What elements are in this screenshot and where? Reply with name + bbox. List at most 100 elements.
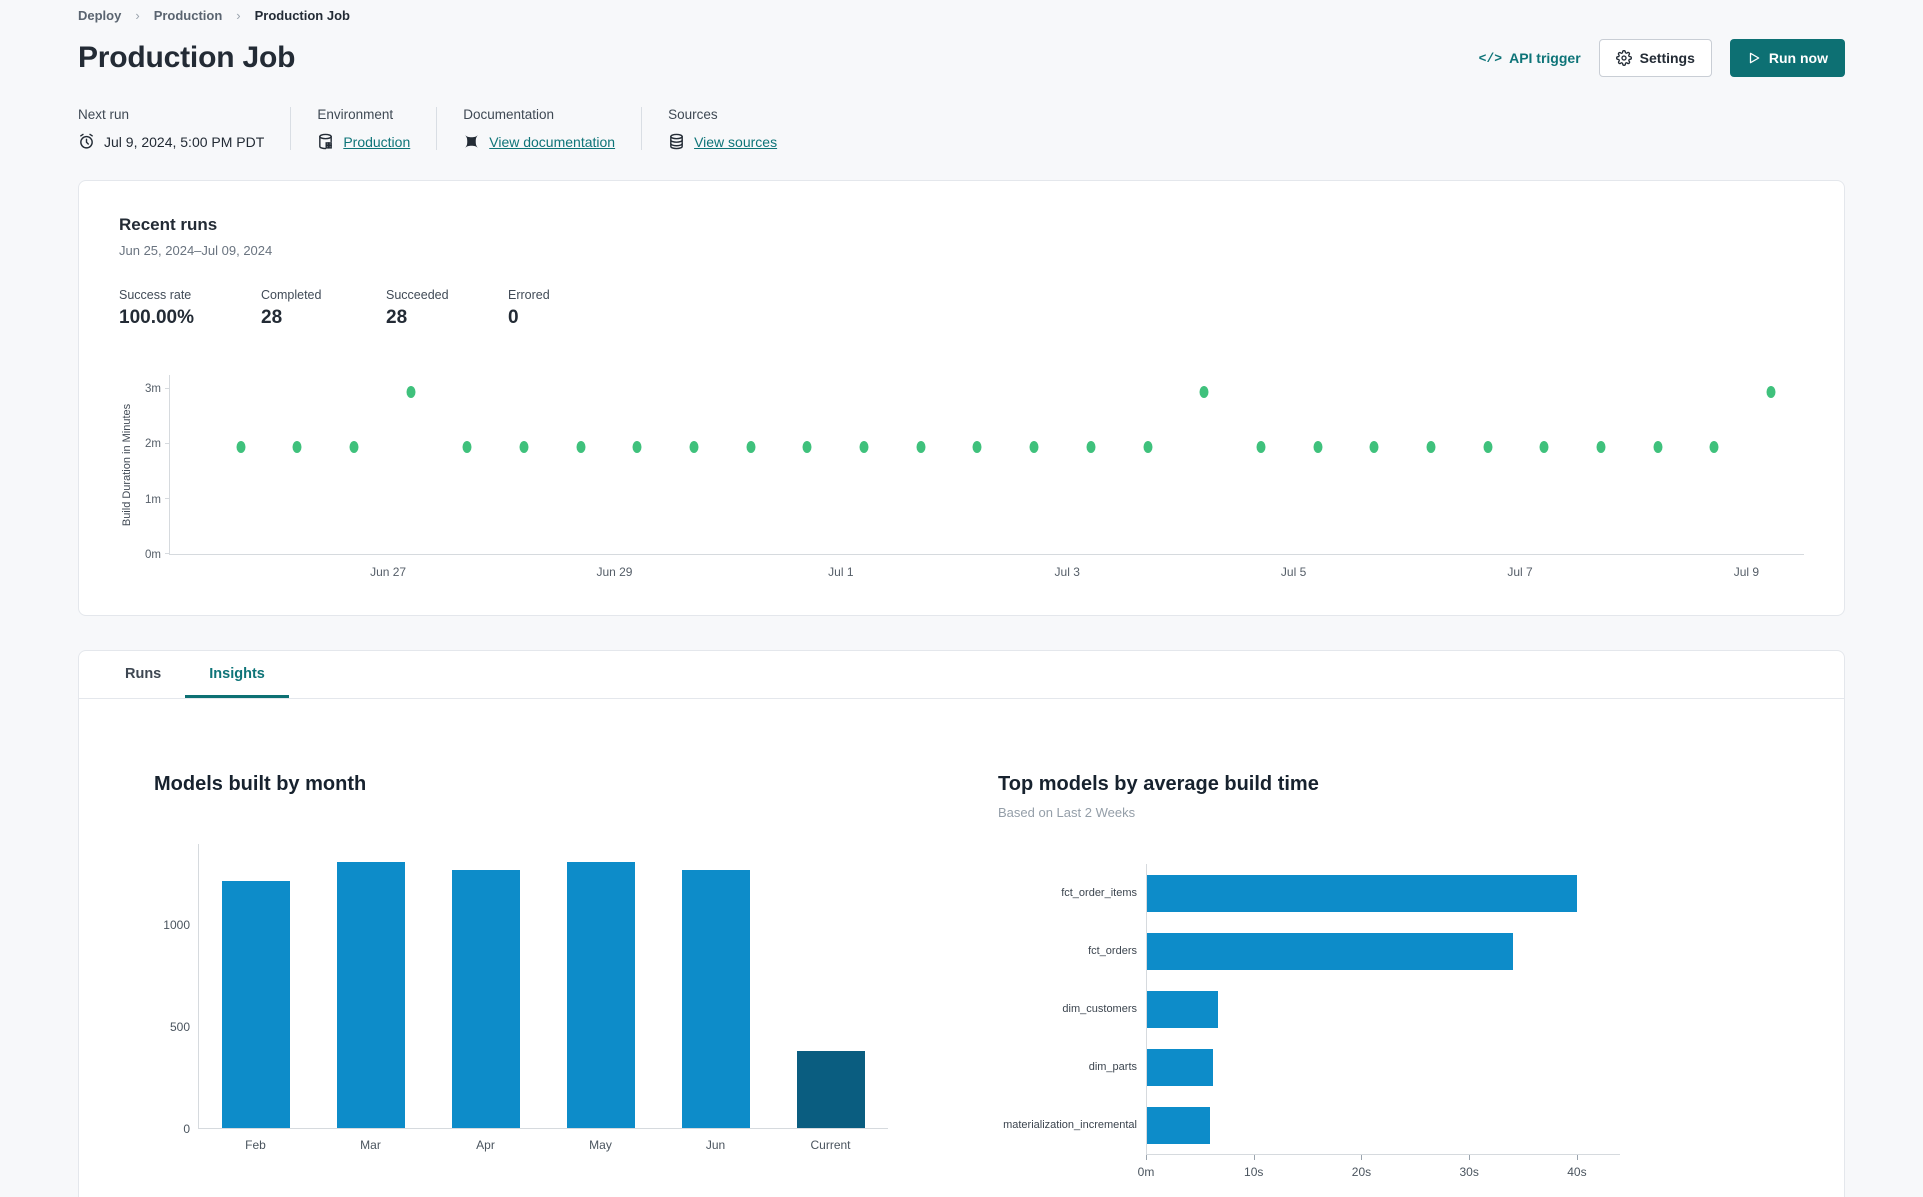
- dbt-docs-icon: [463, 133, 480, 150]
- models-bar-category-label: Apr: [476, 1138, 495, 1152]
- view-documentation-link[interactable]: View documentation: [489, 134, 615, 150]
- meta-sources: Sources View sources: [668, 107, 803, 150]
- run-duration-point[interactable]: [1539, 440, 1549, 453]
- top-models-x-tick-label: 0m: [1137, 1165, 1155, 1179]
- documentation-label: Documentation: [463, 107, 555, 122]
- breadcrumb-production[interactable]: Production: [154, 8, 223, 23]
- run-duration-point[interactable]: [236, 440, 246, 453]
- run-duration-point[interactable]: [292, 440, 302, 453]
- scatter-x-tick-label: Jun 29: [596, 565, 633, 579]
- run-duration-point[interactable]: [1256, 440, 1266, 453]
- top-models-x-ticks: 0m 10s 20s 30s 40s: [1138, 1155, 1620, 1185]
- models-bar-y-tick-label: 1000: [163, 918, 190, 933]
- models-bar: [681, 870, 750, 1128]
- breadcrumb-production-job: Production Job: [254, 8, 350, 23]
- breadcrumb-deploy[interactable]: Deploy: [78, 8, 121, 23]
- run-duration-point[interactable]: [462, 440, 472, 453]
- api-trigger-link[interactable]: </> API trigger: [1479, 50, 1581, 66]
- run-duration-point[interactable]: [1199, 385, 1209, 398]
- models-bar-category-label: Current: [810, 1138, 851, 1152]
- run-duration-point[interactable]: [1029, 440, 1039, 453]
- scatter-x-tick-label: Jun 27: [370, 565, 407, 579]
- models-bar-slot: [658, 844, 773, 1128]
- top-models-x-tick-label: 10s: [1244, 1165, 1264, 1179]
- models-bar-category-label: May: [589, 1138, 612, 1152]
- top-models-x-tick-mark: [1576, 1155, 1578, 1160]
- run-duration-point[interactable]: [689, 440, 699, 453]
- header-actions: </> API trigger Settings Run now: [1479, 39, 1845, 77]
- run-duration-point[interactable]: [1313, 440, 1323, 453]
- database-icon: [668, 133, 685, 150]
- top-models-category-label: fct_order_items: [1061, 887, 1137, 899]
- top-models-row: [1147, 922, 1620, 980]
- models-bar-x-labels: Feb Mar Apr May Jun Current: [198, 1129, 888, 1152]
- meta-documentation: Documentation View documentation: [463, 107, 643, 150]
- run-duration-point[interactable]: [519, 440, 529, 453]
- top-models-x-tick-mark: [1469, 1155, 1471, 1160]
- top-models-bar: [1147, 1048, 1213, 1086]
- top-models-x-tick-label: 20s: [1351, 1165, 1372, 1179]
- scatter-y-tick-mark: [165, 387, 170, 389]
- run-duration-point[interactable]: [746, 440, 756, 453]
- tab-bar: Runs Insights: [79, 651, 1844, 699]
- run-duration-point[interactable]: [406, 385, 416, 398]
- top-models-row: [1147, 980, 1620, 1038]
- run-duration-point[interactable]: [349, 440, 359, 453]
- recent-runs-title: Recent runs: [119, 215, 218, 234]
- top-models-bar: [1147, 1106, 1211, 1144]
- environment-icon: [317, 133, 334, 150]
- settings-button[interactable]: Settings: [1598, 39, 1712, 77]
- scatter-y-axis-title: Build Duration in Minutes: [121, 403, 133, 527]
- top-models-bar: [1147, 874, 1577, 912]
- api-trigger-label: API trigger: [1509, 50, 1581, 66]
- run-duration-point[interactable]: [1426, 440, 1436, 453]
- scatter-y-ticks: 0m 1m 2m 3m: [135, 375, 169, 561]
- stat-succeeded: Succeeded 28: [386, 288, 449, 328]
- code-icon: </>: [1478, 50, 1503, 66]
- breadcrumb: Deploy › Production › Production Job: [78, 0, 1845, 23]
- page-title: Production Job: [78, 41, 296, 74]
- run-now-label: Run now: [1768, 50, 1828, 66]
- run-duration-point[interactable]: [859, 440, 869, 453]
- run-duration-point[interactable]: [1709, 440, 1719, 453]
- run-duration-point[interactable]: [802, 440, 812, 453]
- tab-runs[interactable]: Runs: [101, 651, 185, 698]
- recent-runs-date-range: Jun 25, 2024–Jul 09, 2024: [119, 243, 273, 258]
- run-duration-point[interactable]: [916, 440, 926, 453]
- run-duration-point[interactable]: [576, 440, 586, 453]
- models-by-month-chart: Models built by month 0 500 1000 Feb Mar Apr…: [154, 773, 888, 1185]
- models-bar-slot: [314, 844, 429, 1128]
- stat-completed: Completed 28: [261, 288, 322, 328]
- top-models-category-label: dim_parts: [1088, 1061, 1137, 1073]
- models-bar: [337, 862, 406, 1128]
- run-duration-point[interactable]: [1766, 385, 1776, 398]
- scatter-y-tick-mark: [165, 442, 170, 444]
- scatter-y-tick-label: 1m: [145, 493, 161, 506]
- run-duration-point[interactable]: [1653, 440, 1663, 453]
- models-bar-slot: [773, 844, 888, 1128]
- view-sources-link[interactable]: View sources: [694, 134, 777, 150]
- run-duration-point[interactable]: [1143, 440, 1153, 453]
- models-bar-category-label: Feb: [245, 1138, 266, 1152]
- run-duration-point[interactable]: [632, 440, 642, 453]
- top-models-chart: Top models by average build time Based o…: [998, 773, 1620, 1185]
- meta-environment: Environment Production: [317, 107, 438, 150]
- models-bar-category-label: Mar: [360, 1138, 381, 1152]
- environment-link[interactable]: Production: [343, 134, 410, 150]
- models-bar: [566, 862, 635, 1128]
- production-job-page: Deploy › Production › Production Job Pro…: [0, 0, 1923, 1197]
- top-models-title: Top models by average build time: [998, 773, 1319, 795]
- models-bar: [796, 1050, 865, 1128]
- run-duration-point[interactable]: [1483, 440, 1493, 453]
- models-bar: [222, 880, 291, 1128]
- models-bar-slot: [429, 844, 544, 1128]
- insights-panel: Models built by month 0 500 1000 Feb Mar Apr…: [79, 699, 1844, 1197]
- top-models-category-label: fct_orders: [1088, 945, 1137, 957]
- run-duration-point[interactable]: [972, 440, 982, 453]
- run-duration-point[interactable]: [1086, 440, 1096, 453]
- run-duration-point[interactable]: [1369, 440, 1379, 453]
- tab-insights[interactable]: Insights: [185, 651, 289, 698]
- play-icon: [1747, 51, 1761, 65]
- run-duration-point[interactable]: [1596, 440, 1606, 453]
- run-now-button[interactable]: Run now: [1729, 39, 1845, 77]
